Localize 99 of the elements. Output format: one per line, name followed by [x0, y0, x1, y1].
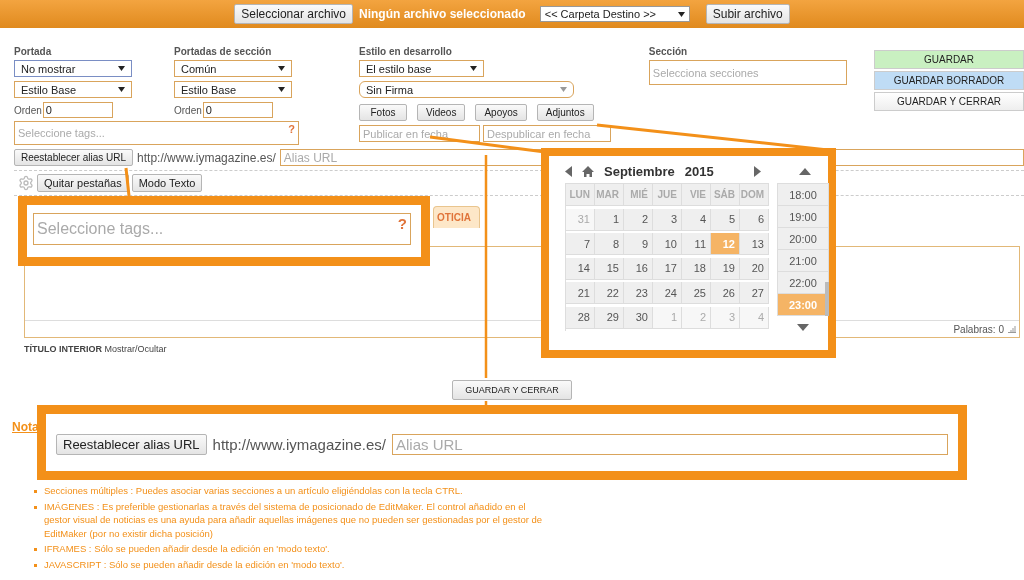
media-button[interactable]: Adjuntos: [536, 104, 594, 121]
bullet-icon: [34, 490, 37, 493]
base-url: http://www.iymagazine.es/: [212, 436, 386, 453]
word-count: Palabras: 0: [953, 323, 1004, 335]
calendar-day[interactable]: 25: [682, 282, 711, 304]
calendar-day[interactable]: 23: [624, 282, 653, 304]
dropdown[interactable]: Estilo Base: [174, 81, 292, 98]
year-label: 2015: [684, 164, 714, 179]
calendar-day[interactable]: 19: [711, 257, 740, 280]
save-close-button[interactable]: GUARDAR Y CERRAR: [452, 380, 572, 400]
scroll-down-icon[interactable]: [797, 324, 809, 331]
weekday-header: MIÉ: [624, 184, 653, 206]
caret-icon: [278, 66, 285, 71]
weekday-header: JUE: [653, 184, 682, 206]
dropdown[interactable]: No mostrar: [14, 60, 132, 77]
reset-alias-button[interactable]: Reestablecer alias URL: [14, 149, 134, 166]
weekday-header: SÁB: [711, 184, 740, 206]
time-option[interactable]: 20:00: [778, 228, 829, 250]
time-option[interactable]: 18:00: [778, 184, 829, 206]
calendar-day[interactable]: 11: [682, 233, 711, 255]
resize-icon[interactable]: [1008, 325, 1016, 333]
calendar-day[interactable]: 27: [740, 282, 769, 304]
bullet-icon: [34, 548, 37, 551]
time-option[interactable]: 21:00: [778, 250, 829, 272]
media-button[interactable]: Videos: [417, 104, 466, 121]
calendar-day[interactable]: 15: [595, 257, 624, 280]
calendar-day[interactable]: 3: [653, 208, 682, 231]
field-label: Orden: [174, 104, 202, 116]
note-text: Secciones múltiples : Puedes asociar varias secciones a un artículo eligiéndolas con la tecla CTRL.: [44, 484, 463, 498]
field-label: Portadas de sección: [174, 46, 273, 57]
action-button[interactable]: GUARDAR BORRADOR: [874, 71, 1024, 90]
calendar-day[interactable]: 22: [595, 282, 624, 304]
weekday-header: LUN: [566, 184, 595, 206]
toolbar-button[interactable]: Quitar pestañas: [37, 174, 129, 192]
dropdown[interactable]: El estilo base: [359, 60, 484, 77]
home-icon[interactable]: [582, 166, 594, 177]
calendar-day[interactable]: 16: [624, 257, 653, 280]
caret-icon: [560, 87, 567, 92]
weekday-header: MAR: [595, 184, 624, 206]
note-text: IMÁGENES : Es preferible gestionarlas a través del sistema de posicionado de EditMaker. El control añadido en el gestor visual de noticias es una ayuda para añadir aquellas imágenes que no pueden ser gestionadas por el gestor de EditMaker (por no existir dicha posición): [44, 499, 544, 540]
dropdown[interactable]: Estilo Base: [14, 81, 132, 98]
calendar-day[interactable]: 10: [653, 233, 682, 255]
calendar-day[interactable]: 8: [595, 233, 624, 255]
calendar-day[interactable]: 20: [740, 257, 769, 280]
caret-icon: [677, 11, 685, 17]
signature-dropdown[interactable]: Sin Firma: [359, 81, 574, 98]
file-status: Ningún archivo seleccionado: [359, 7, 526, 21]
action-button[interactable]: GUARDAR: [874, 50, 1024, 69]
calendar-day[interactable]: 6: [740, 208, 769, 231]
caret-icon: [470, 66, 477, 71]
time-option[interactable]: 22:00: [778, 272, 829, 294]
next-month-icon[interactable]: [753, 166, 761, 177]
field-label: Portada: [14, 46, 53, 57]
action-button[interactable]: GUARDAR Y CERRAR: [874, 92, 1024, 111]
calendar-day[interactable]: 5: [711, 208, 740, 231]
inner-title-text: TÍTULO INTERIOR Mostrar/Ocultar: [23, 343, 168, 354]
file-button[interactable]: Seleccionar archivo: [234, 4, 353, 24]
previous-month-icon[interactable]: [565, 166, 572, 177]
note-text: JAVASCRIPT : Sólo se pueden añadir desde la edición en 'modo texto'.: [44, 557, 345, 571]
calendar-day[interactable]: 30: [624, 306, 653, 329]
media-button[interactable]: Fotos: [359, 104, 407, 121]
reset-alias-button[interactable]: Reestablecer alias URL: [56, 434, 207, 455]
caret-icon: [118, 66, 125, 71]
caret-icon: [118, 87, 125, 92]
scroll-up-icon[interactable]: [798, 168, 811, 175]
calendar-day[interactable]: 1: [595, 208, 624, 231]
scrollbar-thumb[interactable]: [825, 282, 829, 316]
calendar-day[interactable]: 24: [653, 282, 682, 304]
order-field[interactable]: 0: [42, 102, 113, 118]
calendar-day[interactable]: 7: [566, 233, 595, 255]
field-label: Sección: [648, 46, 689, 57]
weekday-header: DOM: [740, 184, 769, 206]
dropdown[interactable]: Común: [174, 60, 292, 77]
calendar-day[interactable]: 29: [595, 306, 624, 329]
media-button[interactable]: Apoyos: [475, 104, 527, 121]
calendar-day[interactable]: 9: [624, 233, 653, 255]
calendar-day[interactable]: 17: [653, 257, 682, 280]
calendar-day[interactable]: 18: [682, 257, 711, 280]
calendar-day[interactable]: 14: [566, 257, 595, 280]
weekday-header: VIE: [682, 184, 711, 206]
caret-icon: [278, 87, 285, 92]
order-field[interactable]: 0: [202, 102, 273, 118]
calendar-day[interactable]: 2: [624, 208, 653, 231]
calendar-day[interactable]: 28: [566, 306, 595, 329]
calendar-day[interactable]: 26: [711, 282, 740, 304]
time-option[interactable]: 19:00: [778, 206, 829, 228]
base-url: http://www.iymagazine.es/: [137, 150, 276, 165]
note-text: IFRAMES : Sólo se pueden añadir desde la edición en 'modo texto'.: [44, 542, 330, 556]
field-label: Orden: [14, 104, 42, 116]
bullet-icon: [34, 563, 37, 567]
calendar-day[interactable]: 21: [566, 282, 595, 304]
bullet-icon: [34, 505, 37, 509]
calendar-day[interactable]: 13: [740, 233, 769, 255]
folder-dropdown[interactable]: << Carpeta Destino >>: [539, 6, 690, 22]
month-label: Septiembre: [604, 164, 675, 179]
upload-button[interactable]: Subir archivo: [705, 4, 790, 24]
toolbar-button[interactable]: Modo Texto: [131, 174, 203, 192]
calendar-day[interactable]: 4: [682, 208, 711, 231]
field-label: Estilo en desarrollo: [359, 46, 453, 57]
